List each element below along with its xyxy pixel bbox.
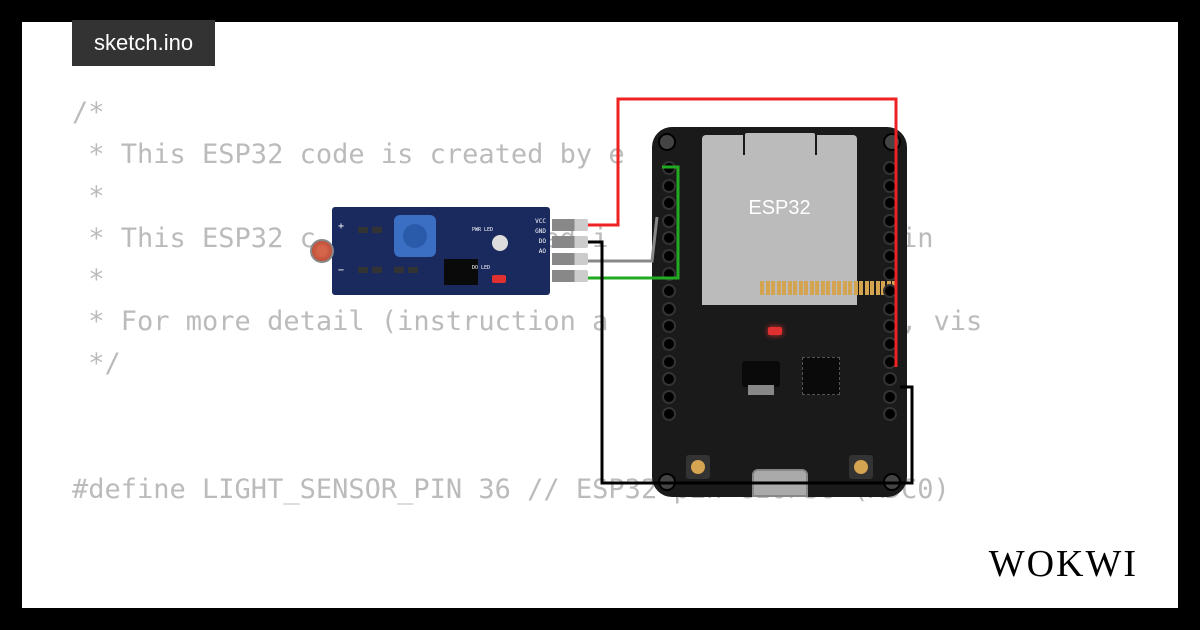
main-frame: sketch.ino /* * This ESP32 code is creat… bbox=[20, 20, 1180, 610]
wokwi-logo: WOKWI bbox=[989, 542, 1138, 586]
wire-layer bbox=[282, 67, 962, 497]
circuit-diagram[interactable]: + − PWR LED DO LED VCC GND DO AO bbox=[282, 67, 962, 497]
wire-vcc bbox=[588, 99, 896, 367]
file-tab[interactable]: sketch.ino bbox=[72, 20, 215, 66]
